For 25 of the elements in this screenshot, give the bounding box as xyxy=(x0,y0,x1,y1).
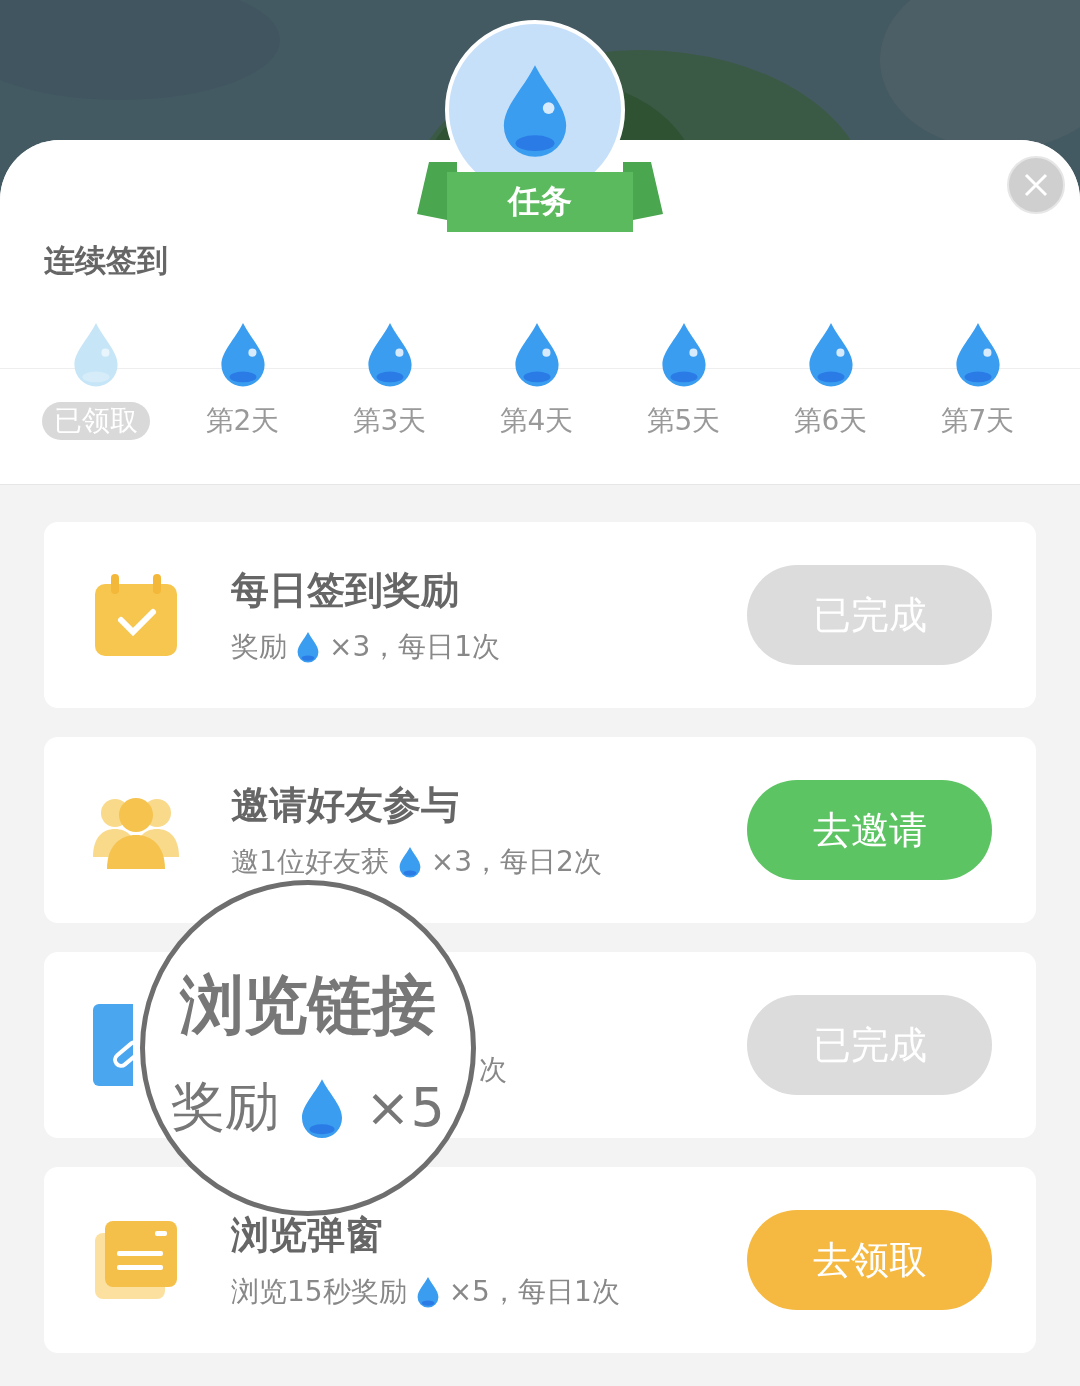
task-title: 浏览弹窗 xyxy=(231,1211,383,1259)
calendar-icon xyxy=(93,572,179,658)
magnified-reward-text: 奖励 xyxy=(171,1074,280,1140)
magnified-title: 浏览链接 xyxy=(180,967,436,1044)
reward-text: ×3，每日1次 xyxy=(329,628,501,665)
day-label: 第4天 xyxy=(498,403,575,439)
badge-title: 任务 xyxy=(447,172,633,232)
reward-text: 次 xyxy=(479,1052,507,1088)
section-title: 连续签到 xyxy=(44,241,168,280)
day-label: 第6天 xyxy=(792,403,869,439)
magnified-reward-text: ×5 xyxy=(365,1076,445,1139)
reward-text: 邀1位好友获 xyxy=(231,843,389,880)
reward-text: ×5，每日1次 xyxy=(448,1273,620,1310)
day-label: 第3天 xyxy=(351,403,428,439)
reward-text: 浏览15秒奖励 xyxy=(231,1273,407,1310)
task-title: 邀请好友参与 xyxy=(231,781,459,829)
task-button[interactable]: 去邀请 xyxy=(747,780,992,880)
document-icon xyxy=(93,1004,133,1086)
day-label: 第5天 xyxy=(645,403,722,439)
day-label: 第7天 xyxy=(939,403,1016,439)
reward-text: 奖励 xyxy=(231,628,287,665)
task-button[interactable]: 去领取 xyxy=(747,1210,992,1310)
task-title: 每日签到奖励 xyxy=(231,566,459,614)
day-label: 第2天 xyxy=(204,403,281,439)
reward-text: ×3，每日2次 xyxy=(430,843,602,880)
